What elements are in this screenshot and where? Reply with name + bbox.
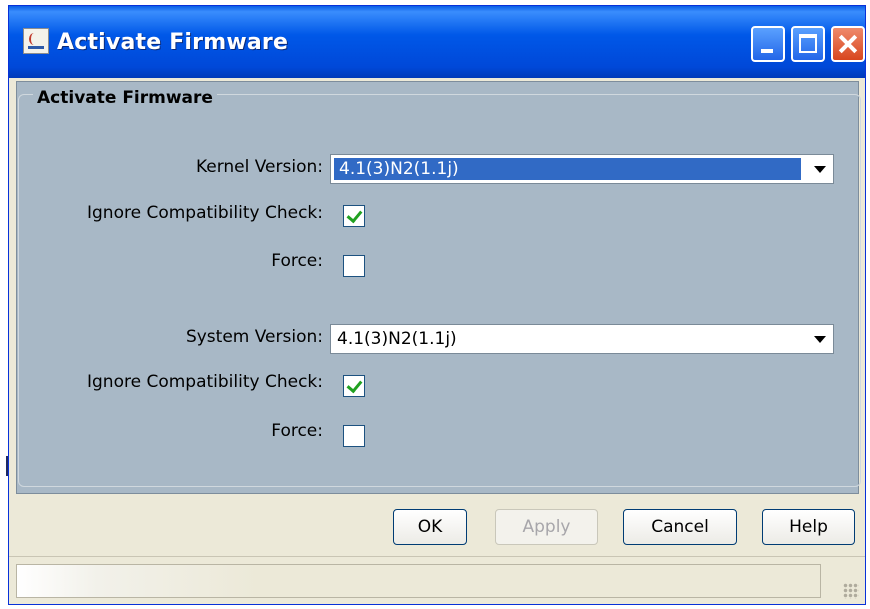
system-force-checkbox[interactable]	[343, 425, 365, 447]
system-ignore-compat-checkbox[interactable]	[343, 375, 365, 397]
maximize-icon	[799, 34, 817, 53]
title-bar[interactable]: Activate Firmware	[9, 6, 865, 78]
system-version-label: System Version:	[185, 327, 323, 347]
dropdown-arrow-icon[interactable]	[805, 325, 833, 353]
system-force-label: Force:	[271, 421, 323, 441]
system-ignore-compat-label: Ignore Compatibility Check:	[87, 372, 323, 392]
kernel-force-checkbox[interactable]	[343, 255, 365, 277]
dropdown-arrow-icon[interactable]	[805, 155, 833, 183]
minimize-button[interactable]	[751, 26, 785, 62]
help-button[interactable]: Help	[762, 509, 855, 545]
kernel-version-dropdown[interactable]: 4.1(3)N2(1.1j)	[330, 154, 834, 184]
status-bar	[9, 556, 865, 604]
window-edge-marker	[6, 456, 8, 476]
apply-button[interactable]: Apply	[495, 509, 598, 545]
system-version-dropdown[interactable]: 4.1(3)N2(1.1j)	[330, 324, 834, 354]
minimize-icon	[761, 49, 773, 53]
kernel-version-value: 4.1(3)N2(1.1j)	[339, 159, 459, 179]
status-cell	[16, 564, 821, 598]
group-box	[18, 94, 861, 487]
kernel-version-label: Kernel Version:	[195, 157, 323, 177]
close-button[interactable]	[831, 26, 865, 62]
group-title: Activate Firmware	[33, 88, 217, 108]
window-title: Activate Firmware	[57, 30, 289, 55]
kernel-force-label: Force:	[271, 251, 323, 271]
dialog-window: Activate Firmware Activate Firmware Kern…	[8, 5, 866, 605]
ok-button[interactable]: OK	[393, 509, 467, 545]
kernel-ignore-compat-label: Ignore Compatibility Check:	[87, 203, 323, 223]
resize-grip-icon[interactable]	[843, 583, 859, 599]
cancel-button[interactable]: Cancel	[623, 509, 737, 545]
system-version-value: 4.1(3)N2(1.1j)	[337, 329, 457, 349]
java-app-icon	[23, 28, 49, 54]
close-icon	[833, 28, 863, 60]
kernel-ignore-compat-checkbox[interactable]	[343, 205, 365, 227]
maximize-button[interactable]	[791, 26, 825, 62]
